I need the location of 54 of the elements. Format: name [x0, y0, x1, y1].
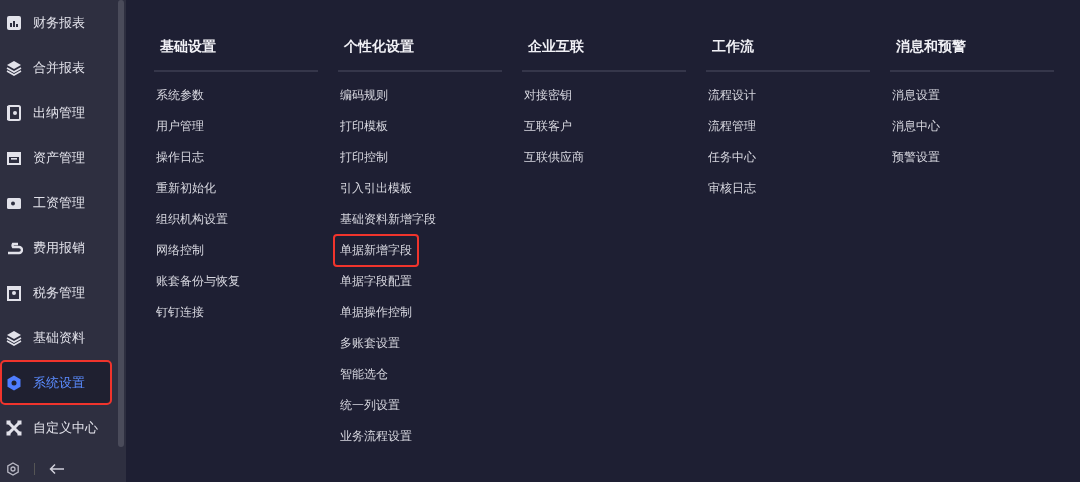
menu-item[interactable]: 操作日志: [151, 143, 209, 172]
menu-item[interactable]: 消息中心: [887, 112, 945, 141]
chart-icon: [5, 13, 23, 32]
sidebar-item[interactable]: 基础资料: [2, 317, 110, 358]
menu-item[interactable]: 打印模板: [335, 112, 393, 141]
sidebar-item[interactable]: 财务报表: [2, 2, 110, 43]
sidebar-item[interactable]: 费用报销: [2, 227, 110, 268]
store-icon: [5, 283, 23, 302]
column-heading: 消息和预警: [890, 38, 1054, 72]
menu-item[interactable]: 智能选仓: [335, 360, 393, 389]
menu-item[interactable]: 组织机构设置: [151, 205, 233, 234]
cross-icon: [5, 418, 23, 437]
sidebar-item[interactable]: 合并报表: [2, 47, 110, 88]
menu-item[interactable]: 流程设计: [703, 81, 761, 110]
sidebar-item[interactable]: 资产管理: [2, 137, 110, 178]
menu-item[interactable]: 账套备份与恢复: [151, 267, 245, 296]
sidebar-item[interactable]: 系统设置: [2, 362, 110, 403]
menu-item[interactable]: 打印控制: [335, 143, 393, 172]
menu-item[interactable]: 单据新增字段: [335, 236, 417, 265]
column-heading: 个性化设置: [338, 38, 502, 72]
menu-item[interactable]: 互联客户: [519, 112, 577, 141]
menu-item[interactable]: 编码规则: [335, 81, 393, 110]
menu-item[interactable]: 网络控制: [151, 236, 209, 265]
menu-item[interactable]: 任务中心: [703, 143, 761, 172]
column-heading: 企业互联: [522, 38, 686, 72]
menu-item[interactable]: 预警设置: [887, 143, 945, 172]
column-heading: 基础设置: [154, 38, 318, 72]
back-arrow-icon[interactable]: [49, 463, 65, 475]
card-icon: [5, 103, 23, 122]
menu-item[interactable]: 对接密钥: [519, 81, 577, 110]
menu-item[interactable]: 互联供应商: [519, 143, 589, 172]
menu-item[interactable]: 流程管理: [703, 112, 761, 141]
menu-item[interactable]: 系统参数: [151, 81, 209, 110]
menu-item[interactable]: 多账套设置: [335, 329, 405, 358]
sidebar-item[interactable]: 自定义中心: [2, 407, 110, 448]
menu-item[interactable]: 业务流程设置: [335, 422, 417, 451]
layers-icon: [5, 58, 23, 77]
hexagon-icon: [5, 373, 23, 392]
menu-item[interactable]: 统一列设置: [335, 391, 405, 420]
column-heading: 工作流: [706, 38, 870, 72]
sidebar-item[interactable]: 工资管理: [2, 182, 110, 223]
settings-icon[interactable]: [6, 462, 20, 476]
sidebar-item[interactable]: 出纳管理: [2, 92, 110, 133]
menu-item[interactable]: 重新初始化: [151, 174, 221, 203]
sidebar-item[interactable]: 税务管理: [2, 272, 110, 313]
menu-item[interactable]: 引入引出模板: [335, 174, 417, 203]
menu-item[interactable]: 消息设置: [887, 81, 945, 110]
layers-icon: [5, 328, 23, 347]
menu-item[interactable]: 单据操作控制: [335, 298, 417, 327]
menu-item[interactable]: 基础资料新增字段: [335, 205, 441, 234]
menu-item[interactable]: 审核日志: [703, 174, 761, 203]
menu-item[interactable]: 钉钉连接: [151, 298, 209, 327]
menu-item[interactable]: 用户管理: [151, 112, 209, 141]
menu-item[interactable]: 单据字段配置: [335, 267, 417, 296]
